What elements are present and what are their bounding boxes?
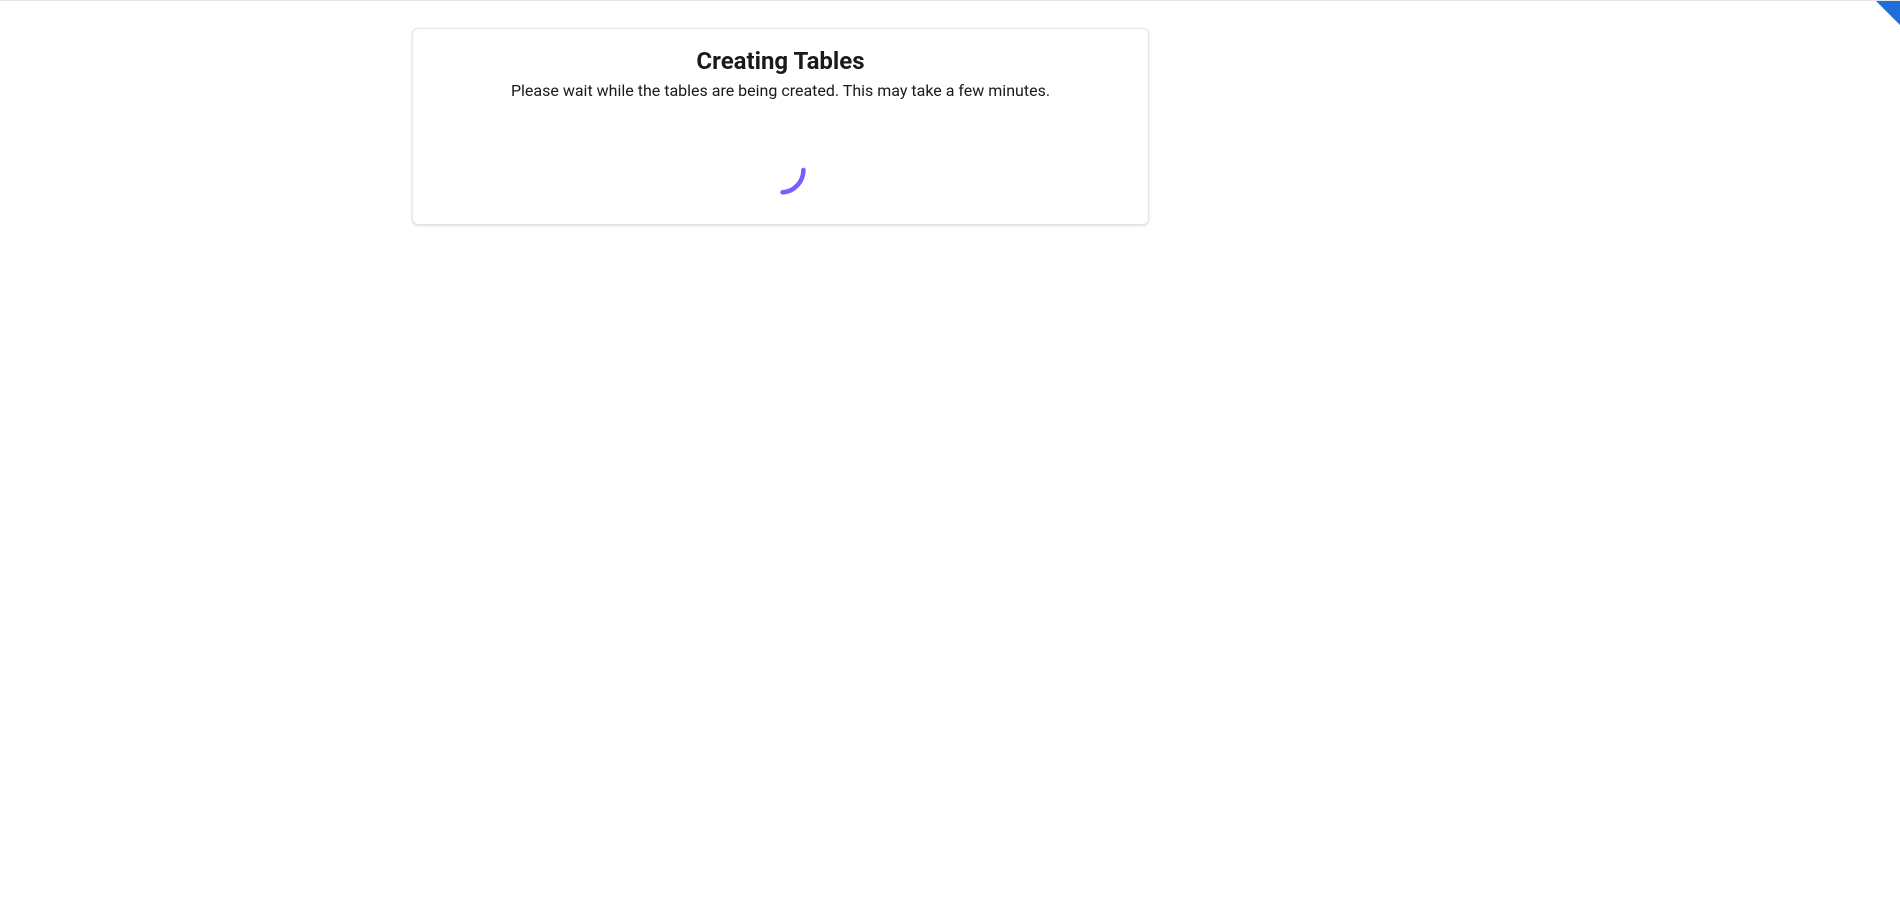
card-title: Creating Tables — [696, 47, 864, 75]
corner-accent — [1876, 1, 1900, 25]
card-subtitle: Please wait while the tables are being c… — [511, 81, 1050, 100]
spinner-container — [751, 140, 811, 200]
status-card: Creating Tables Please wait while the ta… — [412, 28, 1149, 225]
loading-spinner-icon — [753, 142, 809, 198]
spinner-arc — [758, 148, 803, 193]
